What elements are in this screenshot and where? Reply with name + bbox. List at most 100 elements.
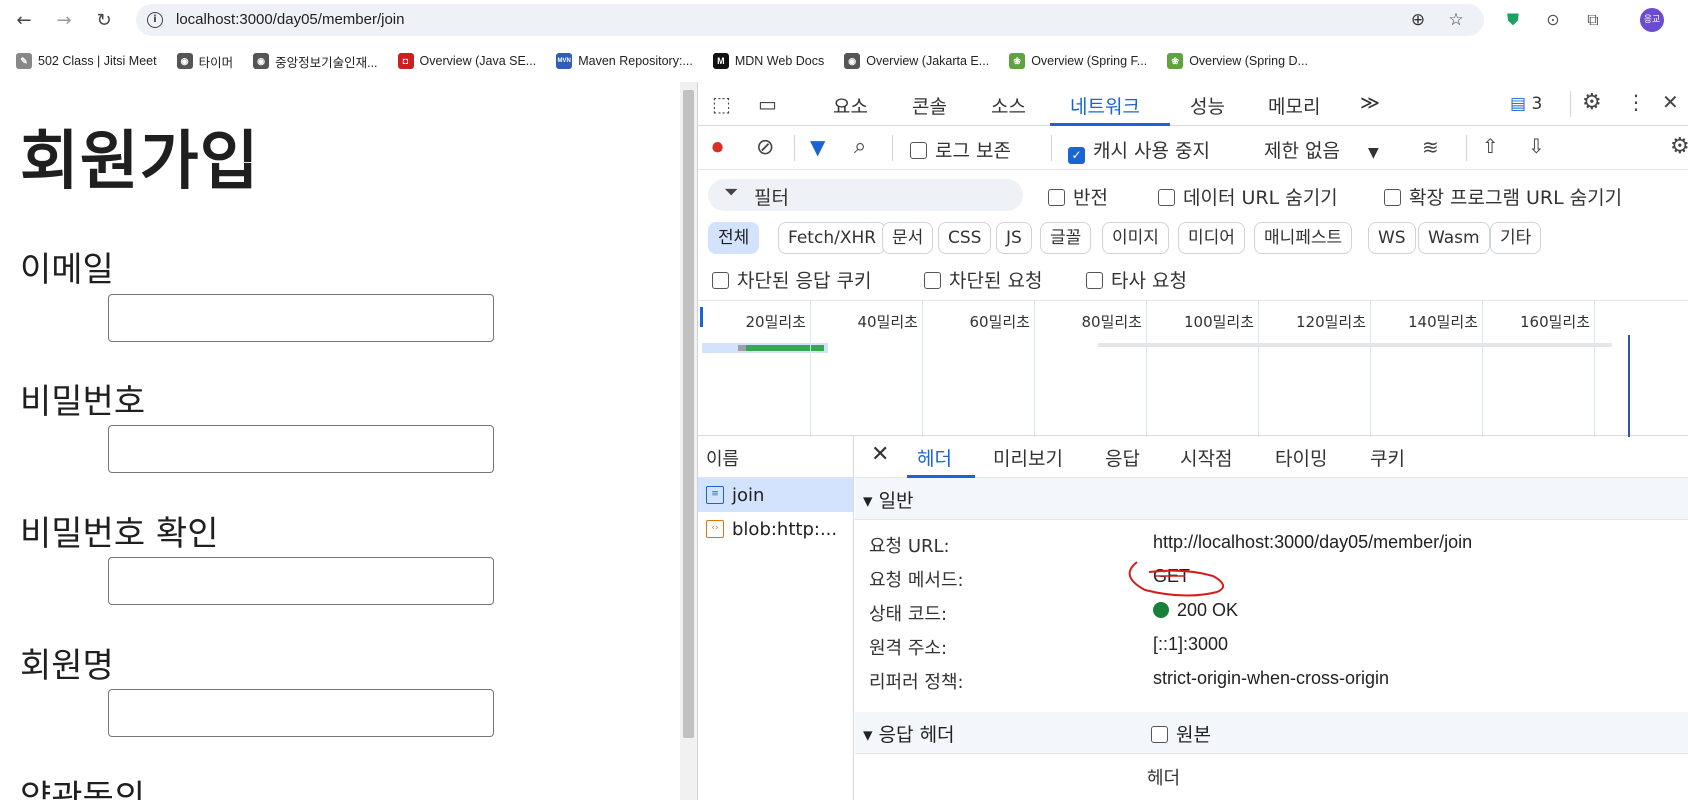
address-url[interactable]: localhost:3000/day05/member/join: [176, 11, 404, 28]
type-filter-chip[interactable]: 문서: [882, 222, 934, 254]
hide-data-urls-checkbox[interactable]: 데이터 URL 숨기기: [1158, 183, 1338, 210]
forward-icon[interactable]: →: [52, 8, 76, 32]
blocked-requests-checkbox[interactable]: 차단된 요청: [924, 266, 1042, 293]
request-url-value: http://localhost:3000/day05/member/join: [1153, 532, 1473, 552]
timeline-gridline: [1594, 301, 1595, 437]
response-headers-section-header[interactable]: ▾ 응답 헤더 원본: [855, 712, 1688, 754]
type-filter-chip[interactable]: CSS: [938, 222, 992, 254]
overview-handle[interactable]: [700, 307, 703, 327]
throttle-value: 제한 없음: [1264, 140, 1340, 162]
tab-response[interactable]: 응답: [1105, 444, 1140, 471]
search-icon[interactable]: ⌕: [854, 134, 866, 159]
tab-timing[interactable]: 타이밍: [1275, 444, 1327, 471]
disable-cache-checkbox[interactable]: ✓ 캐시 사용 중지: [1068, 136, 1210, 164]
bookmark-item[interactable]: ❀ Overview (Spring F...: [1009, 53, 1147, 69]
type-filter-chip[interactable]: WS: [1368, 222, 1416, 254]
tab-preview[interactable]: 미리보기: [993, 444, 1063, 471]
reload-icon[interactable]: ↻: [92, 8, 116, 32]
shield-extension-icon[interactable]: ⛊: [1502, 9, 1524, 31]
bookmark-item[interactable]: M MDN Web Docs: [712, 53, 824, 69]
tab-elements[interactable]: 요소: [833, 92, 868, 119]
type-filter-chip[interactable]: 미디어: [1178, 222, 1245, 254]
bookmark-label: Overview (Java SE...: [419, 54, 537, 68]
tab-headers[interactable]: 헤더: [917, 444, 952, 471]
timeline-gridline: [1146, 301, 1147, 437]
tab-memory[interactable]: 메모리: [1268, 92, 1320, 119]
tab-initiator[interactable]: 시작점: [1180, 444, 1232, 471]
page-scrollbar[interactable]: [680, 82, 697, 800]
bookmark-star-icon[interactable]: ☆: [1446, 10, 1466, 30]
overview-blob-bar: [1098, 343, 1612, 347]
throttle-select[interactable]: 제한 없음 ▼: [1264, 136, 1379, 163]
network-overview[interactable]: 20밀리초 40밀리초 60밀리초 80밀리초 100밀리초 120밀리초 140밀리초 16…: [698, 300, 1688, 437]
email-field[interactable]: [108, 294, 494, 342]
network-conditions-icon[interactable]: ≋: [1422, 135, 1439, 159]
document-icon: ≡: [706, 486, 724, 504]
referrer-policy-value: strict-origin-when-cross-origin: [1153, 668, 1390, 688]
filter-placeholder: 필터: [754, 187, 789, 209]
tab-console[interactable]: 콘솔: [912, 92, 947, 119]
settings-gear-icon[interactable]: ⚙: [1582, 90, 1602, 115]
inspect-element-icon[interactable]: ⬚: [712, 92, 731, 116]
zoom-icon[interactable]: ⊕: [1408, 10, 1428, 30]
close-icon[interactable]: ✕: [1662, 90, 1679, 114]
response-headers-label: ▾ 응답 헤더: [863, 724, 955, 746]
record-stop-icon[interactable]: ⏺: [712, 135, 723, 160]
bookmark-item[interactable]: ◉ 타이머: [176, 52, 233, 71]
import-upload-icon[interactable]: ⇧: [1482, 134, 1499, 158]
preserve-log-checkbox[interactable]: 로그 보존: [910, 136, 1011, 163]
request-blob[interactable]: ‹› blob:http:...: [698, 512, 853, 546]
scrollbar-thumb[interactable]: [683, 90, 694, 738]
invert-checkbox[interactable]: 반전: [1048, 183, 1108, 210]
tab-performance[interactable]: 성능: [1190, 92, 1225, 119]
type-filter-chip[interactable]: 전체: [708, 222, 760, 254]
member-name-field[interactable]: [108, 689, 494, 737]
type-filter-chip[interactable]: Wasm: [1418, 222, 1490, 254]
overview-wait-bar: [738, 345, 746, 351]
more-tabs-icon[interactable]: ≫: [1360, 92, 1380, 114]
type-filter-chip[interactable]: 글꼴: [1040, 222, 1092, 254]
request-list: 이름 ≡ join ‹› blob:http:...: [698, 436, 854, 800]
blocked-cookies-label: 차단된 응답 쿠키: [737, 270, 872, 292]
bookmark-item[interactable]: ◘ Overview (Java SE...: [397, 53, 537, 69]
type-filter-chip[interactable]: Fetch/XHR: [778, 222, 887, 254]
type-filter-chip[interactable]: 기타: [1490, 222, 1542, 254]
raw-checkbox[interactable]: 원본: [1151, 720, 1211, 747]
bookmark-label: Overview (Spring F...: [1031, 54, 1148, 68]
avatar[interactable]: 응교: [1640, 8, 1664, 32]
type-filter-chip[interactable]: 매니페스트: [1254, 222, 1353, 254]
blocked-cookies-checkbox[interactable]: 차단된 응답 쿠키: [712, 266, 871, 293]
issues-icon[interactable]: ▤ 3: [1510, 94, 1542, 114]
site-info-icon[interactable]: i: [147, 12, 163, 28]
filter-funnel-icon[interactable]: ▼: [810, 135, 825, 159]
type-filter-chip[interactable]: 이미지: [1102, 222, 1169, 254]
network-settings-icon[interactable]: ⚙: [1670, 134, 1688, 159]
type-filter-chip[interactable]: JS: [996, 222, 1032, 254]
hide-extension-urls-checkbox[interactable]: 확장 프로그램 URL 숨기기: [1384, 183, 1622, 210]
password-confirm-field[interactable]: [108, 557, 494, 605]
bookmark-item[interactable]: ✎ 502 Class | Jitsi Meet: [16, 53, 157, 69]
puzzle-icon[interactable]: ⧉: [1582, 9, 1604, 31]
tab-cookies[interactable]: 쿠키: [1370, 444, 1405, 471]
bookmark-item[interactable]: ❀ Overview (Spring D...: [1167, 53, 1308, 69]
bookmark-item[interactable]: ◉ Overview (Jakarta E...: [844, 53, 989, 69]
separator: [892, 135, 893, 161]
bookmark-item[interactable]: MVN Maven Repository:...: [556, 53, 693, 69]
third-party-checkbox[interactable]: 타사 요청: [1086, 266, 1187, 293]
address-bar[interactable]: i localhost:3000/day05/member/join ⊕ ☆: [136, 4, 1484, 36]
request-join[interactable]: ≡ join: [698, 478, 853, 512]
device-toolbar-icon[interactable]: ▭: [758, 92, 777, 116]
tab-network[interactable]: 네트워크: [1070, 92, 1140, 119]
password-field[interactable]: [108, 425, 494, 473]
general-section-header[interactable]: ▾ 일반: [855, 478, 1688, 520]
clear-icon[interactable]: ⊘: [756, 135, 774, 160]
timeline-tick-label: 100밀리초: [1184, 313, 1255, 331]
extension-icon[interactable]: ⊙: [1542, 9, 1564, 31]
bookmark-item[interactable]: ◉ 중앙정보기술인재...: [253, 52, 378, 71]
close-details-icon[interactable]: ✕: [871, 442, 889, 467]
kebab-menu-icon[interactable]: ⋮: [1626, 90, 1646, 114]
back-icon[interactable]: ←: [12, 8, 36, 32]
tab-sources[interactable]: 소스: [991, 92, 1026, 119]
filter-input[interactable]: ⏷ 필터: [708, 179, 1023, 211]
export-download-icon[interactable]: ⇩: [1528, 134, 1545, 158]
